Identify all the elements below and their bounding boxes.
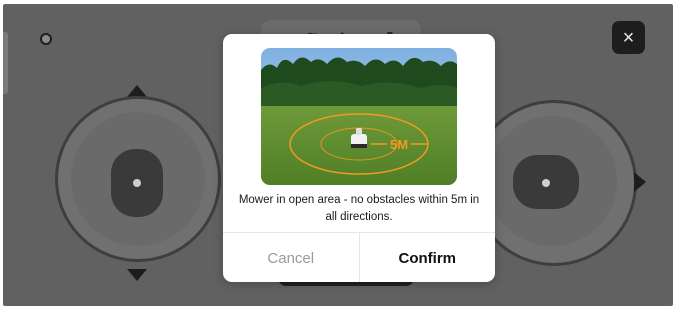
status-indicator-icon — [40, 33, 52, 45]
mower-area-image: 5M — [261, 48, 457, 185]
right-joystick-center-icon — [542, 179, 550, 187]
confirm-button[interactable]: Confirm — [360, 233, 496, 282]
arrow-down-icon — [127, 269, 147, 281]
side-drawer-handle[interactable] — [3, 32, 8, 94]
distance-annotation: 5M — [390, 137, 408, 152]
confirm-dialog: 5M Mower in open area - no obstacles wit… — [223, 34, 495, 282]
close-button[interactable]: × — [612, 21, 645, 54]
dialog-message: Mower in open area - no obstacles within… — [238, 194, 480, 223]
left-joystick-center-icon — [133, 179, 141, 187]
dialog-actions: Cancel Confirm — [223, 232, 495, 282]
close-icon: × — [622, 26, 635, 49]
arrow-right-icon — [634, 172, 646, 192]
cancel-button[interactable]: Cancel — [223, 233, 360, 282]
